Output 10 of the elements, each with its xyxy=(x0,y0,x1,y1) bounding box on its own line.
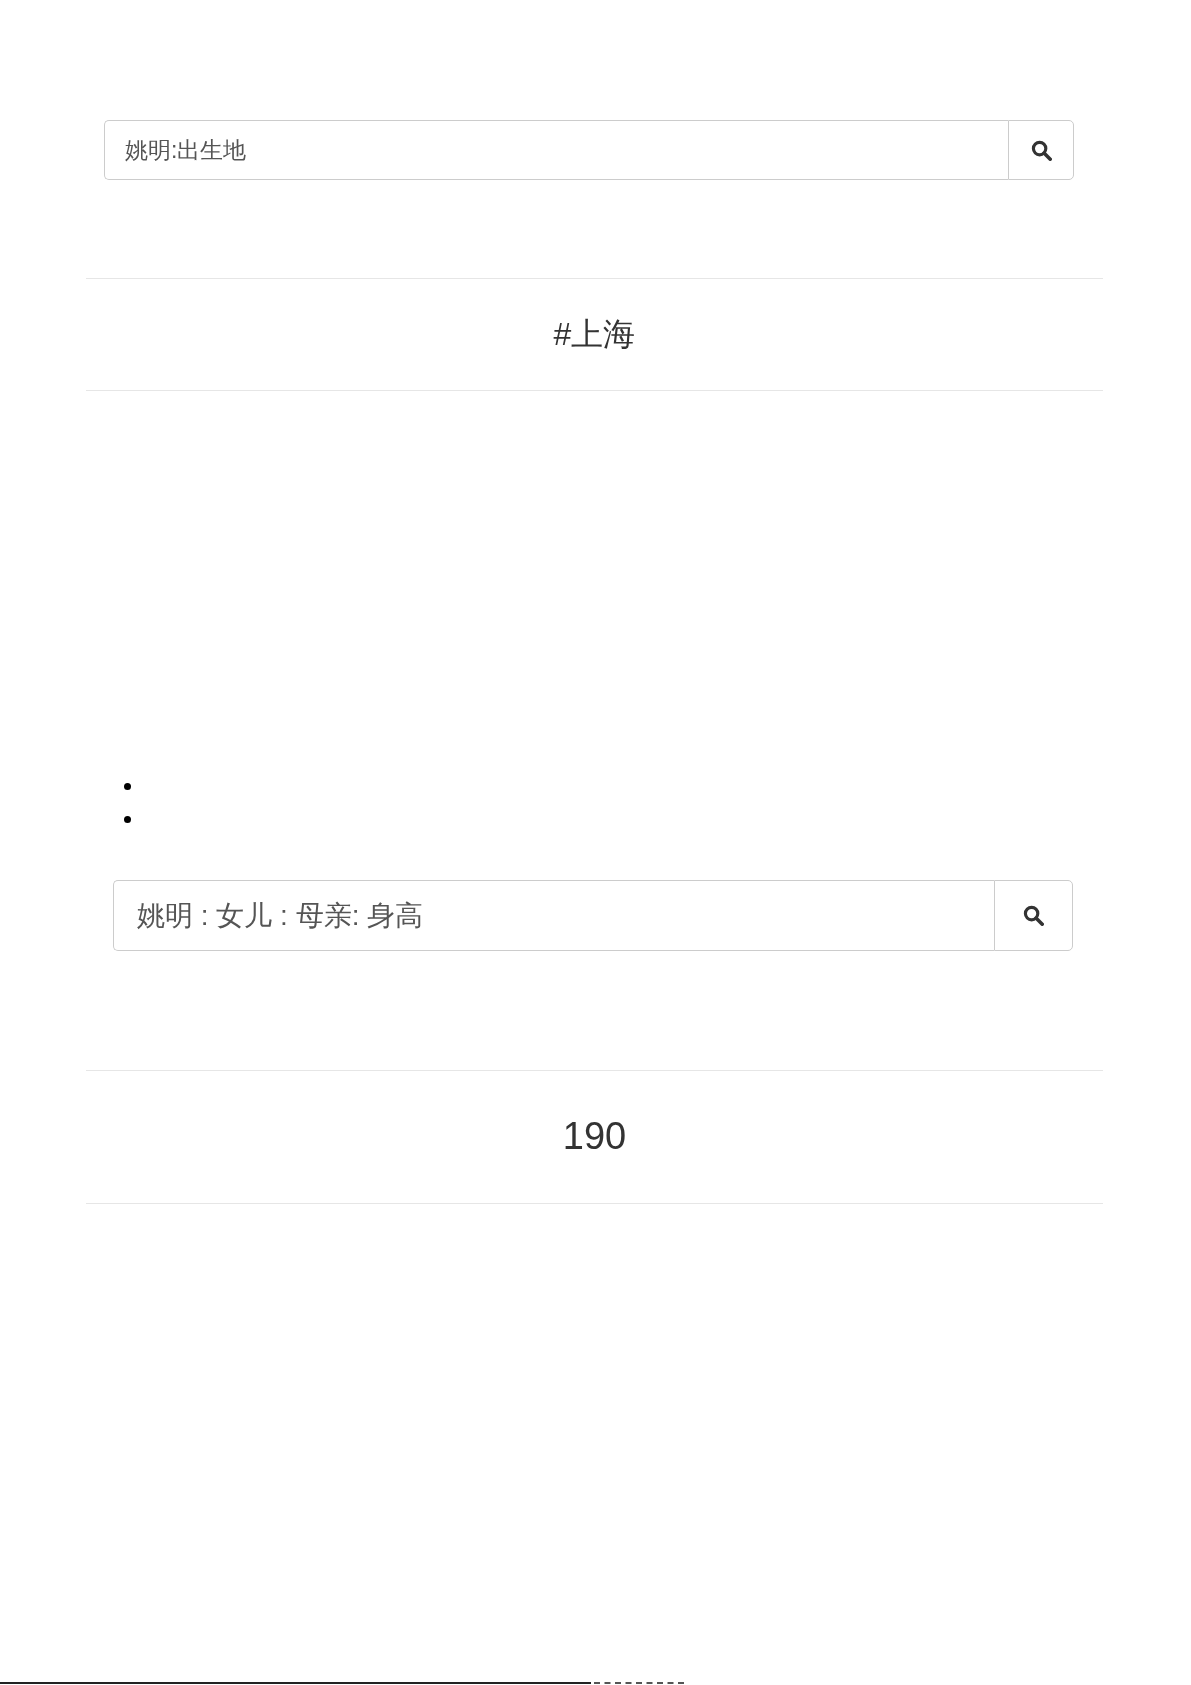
search-icon xyxy=(1030,139,1052,161)
search-icon xyxy=(1023,905,1044,926)
bullet-icon xyxy=(124,816,131,823)
bullet-icon xyxy=(124,783,131,790)
search-field[interactable]: 姚明:出生地 xyxy=(104,120,1008,180)
search-button[interactable] xyxy=(994,880,1073,951)
answer-text: 190 xyxy=(562,1114,627,1160)
search-button[interactable] xyxy=(1008,120,1074,180)
answer-text: #上海 xyxy=(553,315,636,354)
search-field[interactable]: 姚明 : 女儿 : 母亲: 身高 xyxy=(113,880,994,951)
